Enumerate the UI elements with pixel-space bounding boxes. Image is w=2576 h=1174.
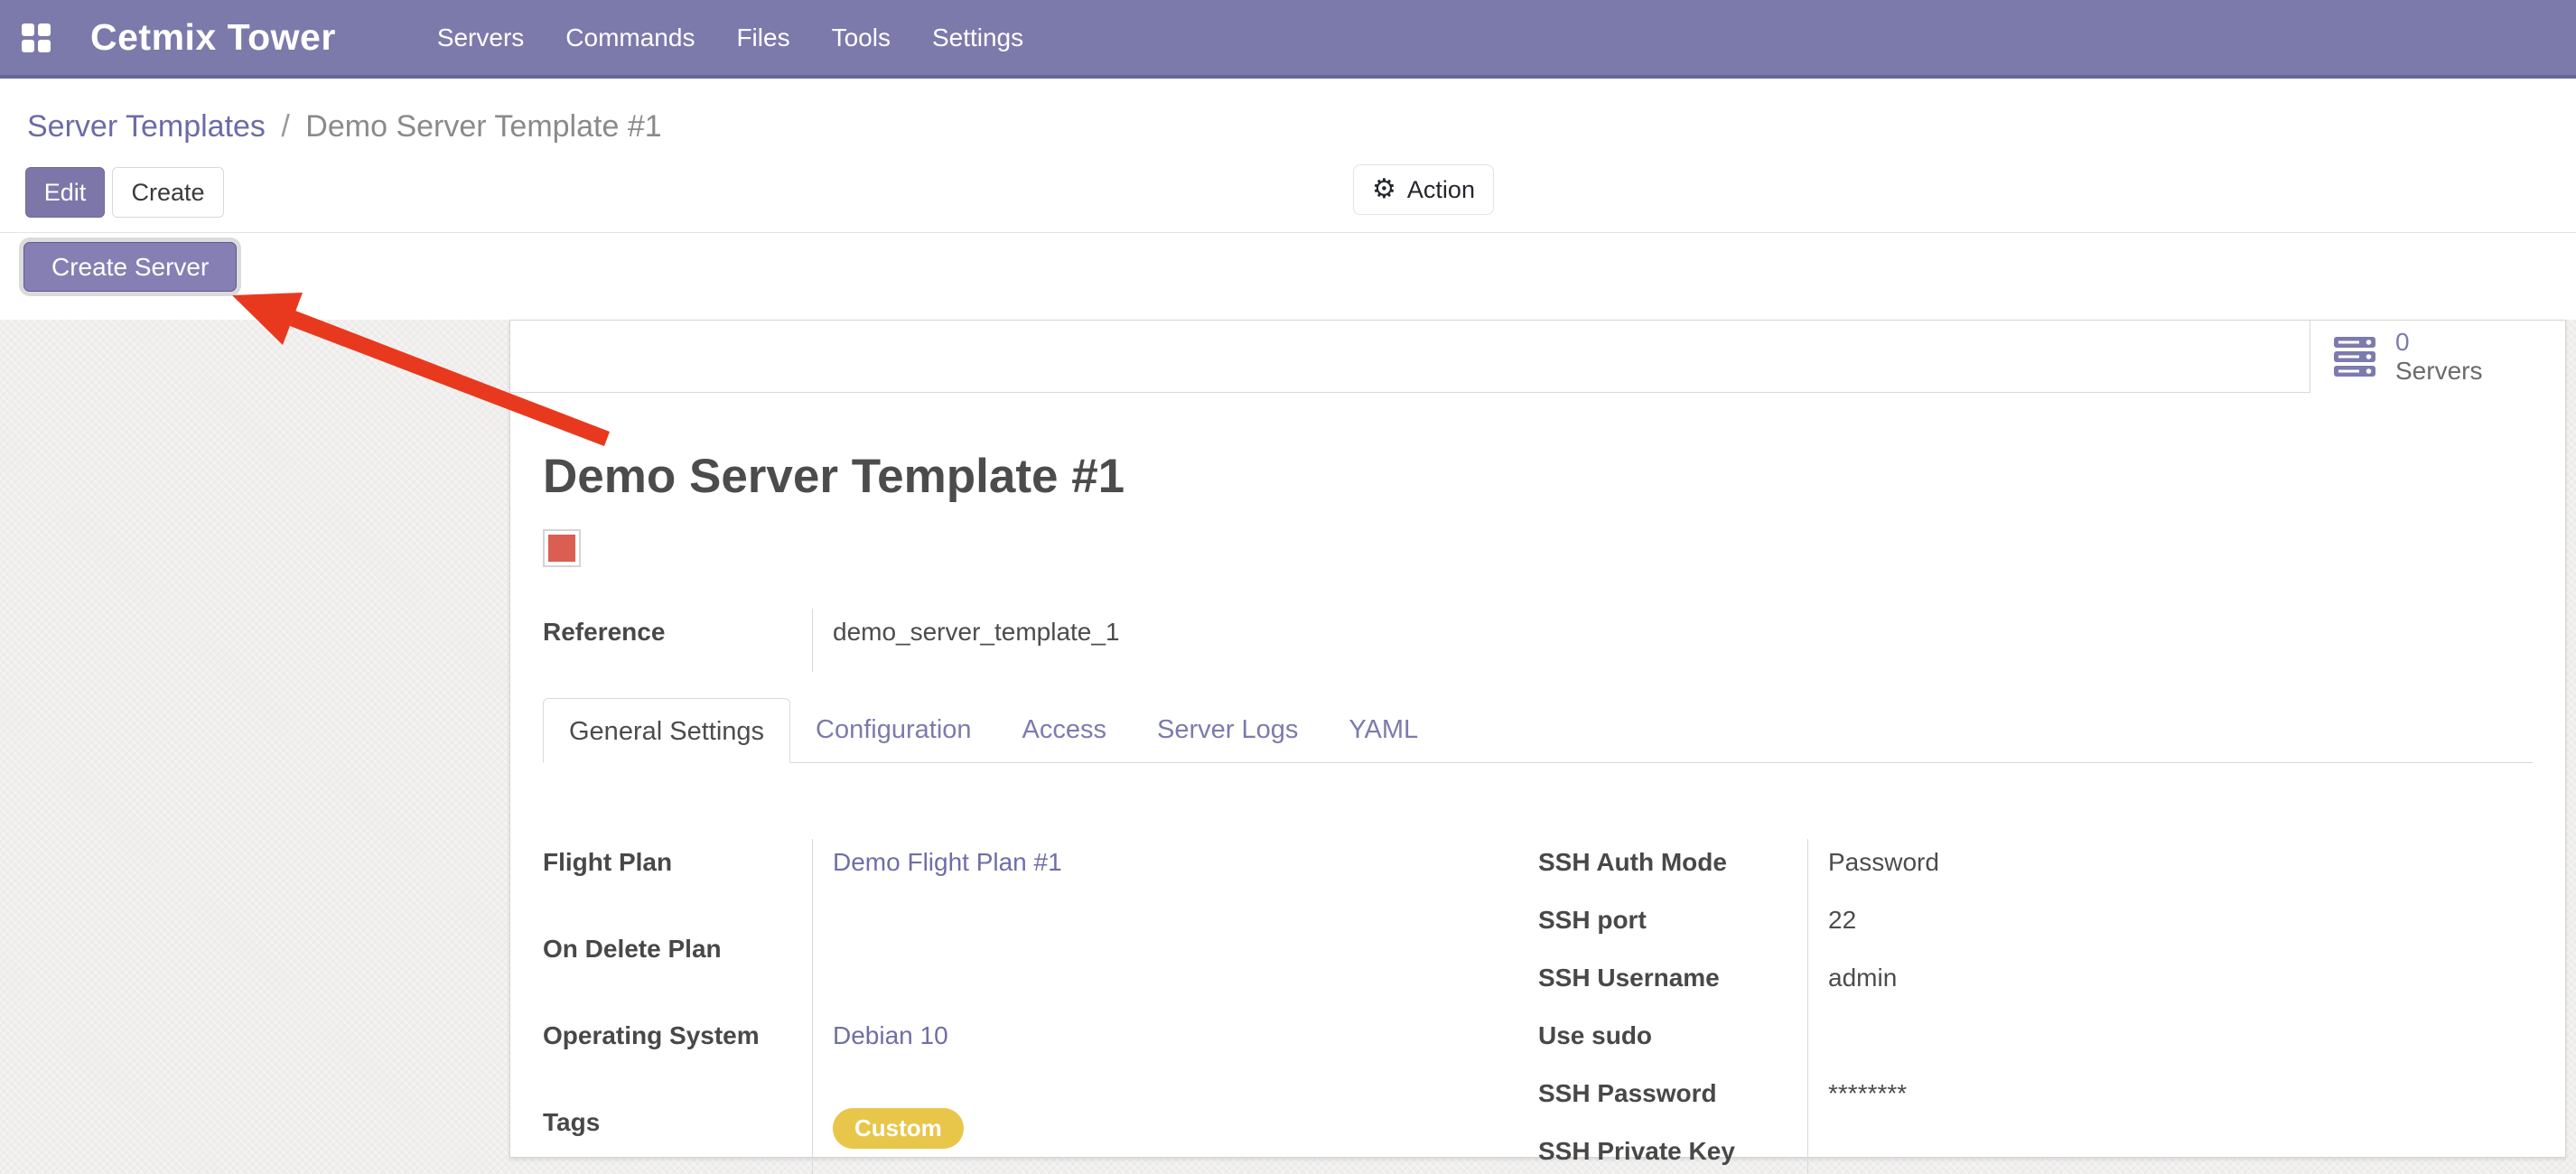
field-value-ssh-auth-mode: Password bbox=[1807, 839, 2534, 897]
field-label-ssh-auth-mode: SSH Auth Mode bbox=[1538, 839, 1807, 897]
action-button-label: Action bbox=[1407, 176, 1475, 204]
gear-icon: ⚙ bbox=[1372, 176, 1396, 203]
field-label-ssh-password: SSH Password bbox=[1538, 1070, 1807, 1128]
servers-stat-button[interactable]: 0 Servers bbox=[2310, 321, 2565, 393]
swatch-color bbox=[548, 535, 575, 562]
create-button[interactable]: Create bbox=[112, 167, 224, 218]
tab-content-general-settings: Flight Plan Demo Flight Plan #1 On Delet… bbox=[543, 763, 2533, 1174]
menu-item-files[interactable]: Files bbox=[736, 23, 789, 52]
field-label-on-delete-plan: On Delete Plan bbox=[543, 926, 812, 1012]
control-panel: Edit Create ⚙ Action bbox=[0, 167, 2576, 232]
content-background: 0 Servers Demo Server Template #1 Refere… bbox=[0, 320, 2576, 1174]
field-label-flight-plan: Flight Plan bbox=[543, 839, 812, 926]
field-value-ssh-private-key bbox=[1807, 1128, 2534, 1174]
field-group-right: SSH Auth Mode Password SSH port 22 SSH U… bbox=[1538, 839, 2534, 1174]
tab-configuration[interactable]: Configuration bbox=[790, 697, 997, 762]
color-picker-swatch[interactable] bbox=[543, 529, 581, 567]
record-card: 0 Servers Demo Server Template #1 Refere… bbox=[509, 320, 2566, 1158]
notebook-tabs: General Settings Configuration Access Se… bbox=[543, 697, 2533, 763]
field-label-ssh-username: SSH Username bbox=[1538, 955, 1807, 1012]
reference-label: Reference bbox=[543, 609, 812, 672]
breadcrumb-current: Demo Server Template #1 bbox=[305, 109, 661, 144]
field-label-ssh-private-key: SSH Private Key bbox=[1538, 1128, 1807, 1174]
page: { "navbar": { "brand": "Cetmix Tower", "… bbox=[0, 0, 2576, 1174]
tab-general-settings[interactable]: General Settings bbox=[543, 698, 790, 763]
menu-item-commands[interactable]: Commands bbox=[565, 23, 695, 52]
menu-item-settings[interactable]: Settings bbox=[932, 23, 1023, 52]
server-stack-icon bbox=[2334, 337, 2377, 377]
tab-yaml[interactable]: YAML bbox=[1323, 697, 1443, 762]
menu-item-servers[interactable]: Servers bbox=[437, 23, 524, 52]
field-value-use-sudo bbox=[1807, 1012, 2534, 1070]
breadcrumb-parent-link[interactable]: Server Templates bbox=[27, 109, 266, 144]
tag-badge-custom: Custom bbox=[833, 1108, 964, 1149]
create-server-button[interactable]: Create Server bbox=[23, 242, 237, 292]
field-value-ssh-username: admin bbox=[1807, 955, 2534, 1012]
field-value-flight-plan-link[interactable]: Demo Flight Plan #1 bbox=[812, 839, 1538, 926]
tab-access[interactable]: Access bbox=[997, 697, 1132, 762]
field-value-ssh-password: ******** bbox=[1807, 1070, 2534, 1128]
apps-icon-square bbox=[38, 23, 51, 36]
action-dropdown-button[interactable]: ⚙ Action bbox=[1353, 164, 1494, 215]
menu-item-tools[interactable]: Tools bbox=[832, 23, 891, 52]
create-server-row: Create Server bbox=[0, 233, 2576, 294]
edit-button[interactable]: Edit bbox=[25, 167, 105, 218]
field-value-operating-system-link[interactable]: Debian 10 bbox=[812, 1012, 1538, 1099]
brand-title[interactable]: Cetmix Tower bbox=[90, 16, 336, 59]
apps-menu-icon[interactable] bbox=[22, 23, 51, 52]
field-group-left: Flight Plan Demo Flight Plan #1 On Delet… bbox=[543, 839, 1538, 1174]
apps-icon-square bbox=[38, 40, 51, 52]
reference-field-row: Reference demo_server_template_1 bbox=[543, 609, 1536, 672]
form-sheet: Demo Server Template #1 Reference demo_s… bbox=[510, 393, 2565, 1174]
field-label-operating-system: Operating System bbox=[543, 1012, 812, 1099]
field-label-tags: Tags bbox=[543, 1099, 812, 1174]
top-navbar: Cetmix Tower Servers Commands Files Tool… bbox=[0, 0, 2576, 79]
tab-server-logs[interactable]: Server Logs bbox=[1132, 697, 1323, 762]
field-value-on-delete-plan bbox=[812, 926, 1538, 1012]
card-header: 0 Servers bbox=[510, 321, 2565, 393]
servers-stat-value: 0 bbox=[2395, 328, 2482, 357]
reference-value: demo_server_template_1 bbox=[812, 609, 1536, 672]
servers-stat-text: 0 Servers bbox=[2395, 328, 2482, 386]
apps-icon-square bbox=[22, 40, 34, 52]
field-value-ssh-port: 22 bbox=[1807, 897, 2534, 955]
field-label-use-sudo: Use sudo bbox=[1538, 1012, 1807, 1070]
field-label-ssh-port: SSH port bbox=[1538, 897, 1807, 955]
main-menu: Servers Commands Files Tools Settings bbox=[437, 23, 1023, 52]
breadcrumb-separator: / bbox=[281, 109, 289, 144]
breadcrumb: Server Templates / Demo Server Template … bbox=[0, 79, 2576, 167]
servers-stat-label: Servers bbox=[2395, 357, 2482, 386]
field-value-tags: Custom bbox=[812, 1099, 1538, 1174]
apps-icon-square bbox=[22, 23, 34, 36]
record-title: Demo Server Template #1 bbox=[543, 449, 2533, 504]
